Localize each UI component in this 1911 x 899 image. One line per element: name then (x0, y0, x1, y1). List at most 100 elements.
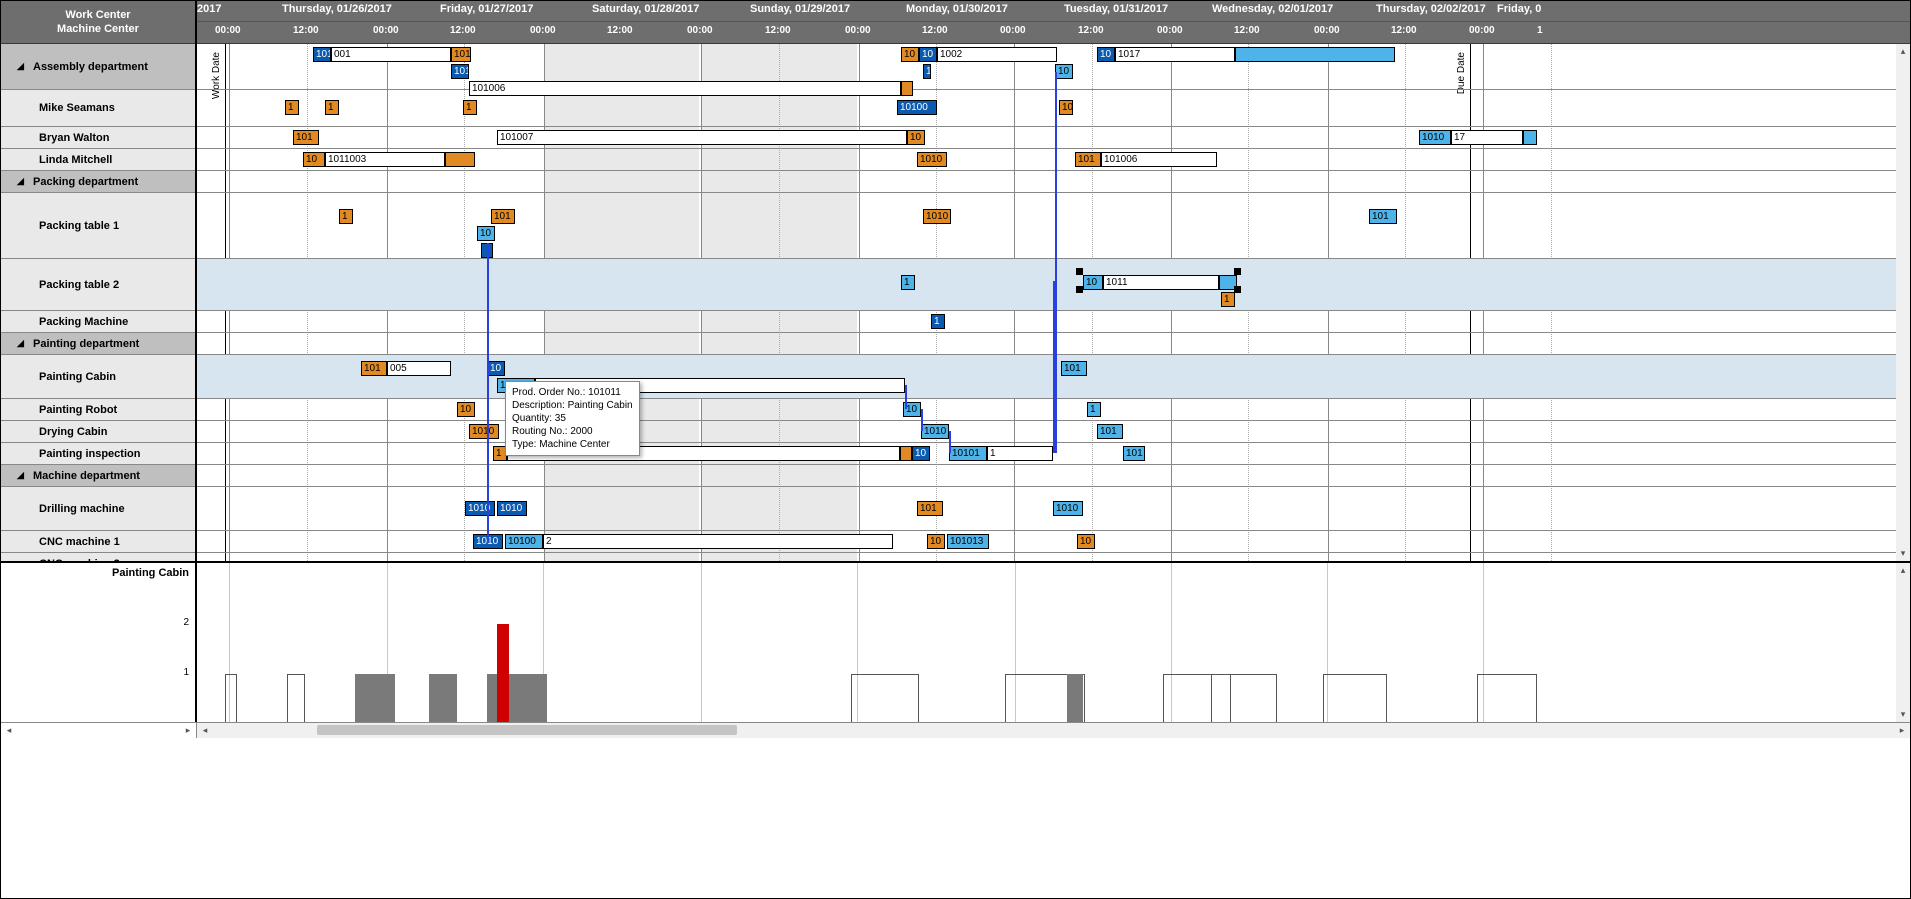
sidebar-scrollbar[interactable]: ◂ ▸ (1, 723, 197, 738)
gantt-bar[interactable]: 10 (903, 402, 921, 417)
gantt-bar[interactable] (900, 446, 912, 461)
gantt-bar[interactable]: 1 (339, 209, 353, 224)
histogram-bar[interactable] (1323, 674, 1387, 722)
gantt-bar[interactable] (481, 243, 493, 258)
gantt-bar[interactable]: 1002 (937, 47, 1057, 62)
gantt-bar[interactable]: 1010 (917, 152, 947, 167)
gantt-row[interactable] (197, 311, 1896, 333)
timeline[interactable]: 2017Thursday, 01/26/2017Friday, 01/27/20… (197, 1, 1910, 561)
gantt-row[interactable] (197, 399, 1896, 421)
gantt-bar[interactable] (1219, 275, 1237, 290)
collapse-icon[interactable]: ◢ (17, 470, 27, 481)
vertical-scrollbar[interactable]: ▴ ▾ (1896, 44, 1910, 561)
resource-row[interactable]: Painting inspection (1, 443, 195, 465)
collapse-icon[interactable]: ◢ (17, 61, 27, 72)
gantt-bar[interactable]: 101 (451, 64, 469, 79)
gantt-bar[interactable]: 10101 (949, 446, 987, 461)
gantt-row[interactable] (197, 90, 1896, 127)
resource-row[interactable]: Bryan Walton (1, 127, 195, 149)
gantt-bar[interactable] (901, 81, 913, 96)
gantt-bar[interactable]: 101 (1369, 209, 1397, 224)
gantt-bar[interactable]: 10 (1059, 100, 1073, 115)
gantt-bar[interactable]: 1010 (1053, 501, 1083, 516)
histogram-bar[interactable] (851, 674, 919, 722)
dept-row[interactable]: ◢Machine department (1, 465, 195, 487)
gantt-bar[interactable]: 101 (1123, 446, 1145, 461)
gantt-bar[interactable]: 1011003 (325, 152, 445, 167)
gantt-bar[interactable]: 10 (912, 446, 930, 461)
gantt-bar[interactable]: 101007 (497, 130, 907, 145)
scroll-down-icon[interactable]: ▾ (1895, 546, 1910, 561)
gantt-bar[interactable]: 1017 (1115, 47, 1235, 62)
gantt-bar[interactable]: 1010 (469, 424, 499, 439)
scroll-down-icon[interactable]: ▾ (1895, 707, 1911, 722)
resource-row[interactable]: Packing table 2 (1, 259, 195, 311)
timeline-body[interactable]: Work Date Due Date Prod. Order No.: 1010… (197, 44, 1910, 561)
scroll-up-icon[interactable]: ▴ (1895, 44, 1910, 59)
gantt-bar[interactable]: 1010 (923, 209, 951, 224)
gantt-bar[interactable]: 101013 (947, 534, 989, 549)
gantt-bar[interactable]: 101 (293, 130, 319, 145)
gantt-bar[interactable]: 1 (463, 100, 477, 115)
gantt-bar[interactable] (445, 152, 475, 167)
gantt-row[interactable] (197, 127, 1896, 149)
gantt-bar[interactable]: 005 (387, 361, 451, 376)
gantt-bar[interactable]: 101006 (469, 81, 901, 96)
gantt-bar[interactable] (1235, 47, 1395, 62)
gantt-row[interactable] (197, 553, 1896, 561)
gantt-bar[interactable]: 101 (917, 501, 943, 516)
gantt-bar[interactable]: 1 (325, 100, 339, 115)
gantt-bar[interactable]: 10 (1055, 64, 1073, 79)
histogram-scrollbar[interactable]: ▴ ▾ (1896, 563, 1910, 722)
scroll-right-icon[interactable]: ▸ (180, 723, 196, 738)
gantt-bar[interactable]: 10 (477, 226, 495, 241)
dept-row[interactable]: ◢Packing department (1, 171, 195, 193)
gantt-row[interactable] (197, 193, 1896, 259)
gantt-bar[interactable]: 10 (1077, 534, 1095, 549)
gantt-row[interactable] (197, 171, 1896, 193)
gantt-row[interactable] (197, 333, 1896, 355)
scroll-left-icon[interactable]: ◂ (197, 723, 213, 738)
collapse-icon[interactable]: ◢ (17, 176, 27, 187)
dept-row[interactable]: ◢Assembly department (1, 44, 195, 90)
gantt-bar[interactable]: 1 (923, 64, 931, 79)
gantt-bar[interactable] (1523, 130, 1537, 145)
scroll-right-icon[interactable]: ▸ (1894, 723, 1910, 738)
gantt-bar[interactable]: 001 (331, 47, 451, 62)
resource-row[interactable]: Packing Machine (1, 311, 195, 333)
gantt-bar[interactable]: 1 (931, 314, 945, 329)
histogram-bar[interactable] (1067, 674, 1083, 722)
gantt-bar[interactable]: 1010 (451, 47, 471, 62)
scroll-thumb[interactable] (317, 725, 737, 735)
gantt-bar[interactable]: 17 (1451, 130, 1523, 145)
gantt-bar[interactable]: 10 (927, 534, 945, 549)
gantt-bar[interactable]: 1010 (465, 501, 495, 516)
resource-row[interactable]: CNC machine 2 (1, 553, 195, 561)
gantt-bar[interactable]: 10 (487, 361, 505, 376)
resource-row[interactable]: Drilling machine (1, 487, 195, 531)
histogram-bar[interactable] (225, 674, 237, 722)
scroll-left-icon[interactable]: ◂ (1, 723, 17, 738)
histogram-bar[interactable] (355, 674, 395, 722)
gantt-row[interactable] (197, 259, 1896, 311)
dept-row[interactable]: ◢Painting department (1, 333, 195, 355)
gantt-bar[interactable]: 10 (919, 47, 937, 62)
gantt-row[interactable] (197, 421, 1896, 443)
gantt-bar[interactable]: 101 (361, 361, 387, 376)
histogram-bar[interactable] (429, 674, 457, 722)
gantt-bar[interactable]: 1010 (1419, 130, 1451, 145)
resource-row[interactable]: Drying Cabin (1, 421, 195, 443)
gantt-bar[interactable]: 101 (1061, 361, 1087, 376)
gantt-bar[interactable]: 10100 (897, 100, 937, 115)
histogram-bar[interactable] (497, 624, 509, 722)
histogram-area[interactable] (197, 563, 1896, 722)
resource-row[interactable]: Mike Seamans (1, 90, 195, 127)
gantt-row[interactable] (197, 487, 1896, 531)
gantt-bar[interactable]: 101 (313, 47, 331, 62)
gantt-bar[interactable]: 10 (1083, 275, 1103, 290)
gantt-bar[interactable]: 101 (491, 209, 515, 224)
resource-row[interactable]: Linda Mitchell (1, 149, 195, 171)
gantt-bar[interactable]: 10 (457, 402, 475, 417)
gantt-bar[interactable]: 1010 (497, 501, 527, 516)
gantt-row[interactable] (197, 465, 1896, 487)
